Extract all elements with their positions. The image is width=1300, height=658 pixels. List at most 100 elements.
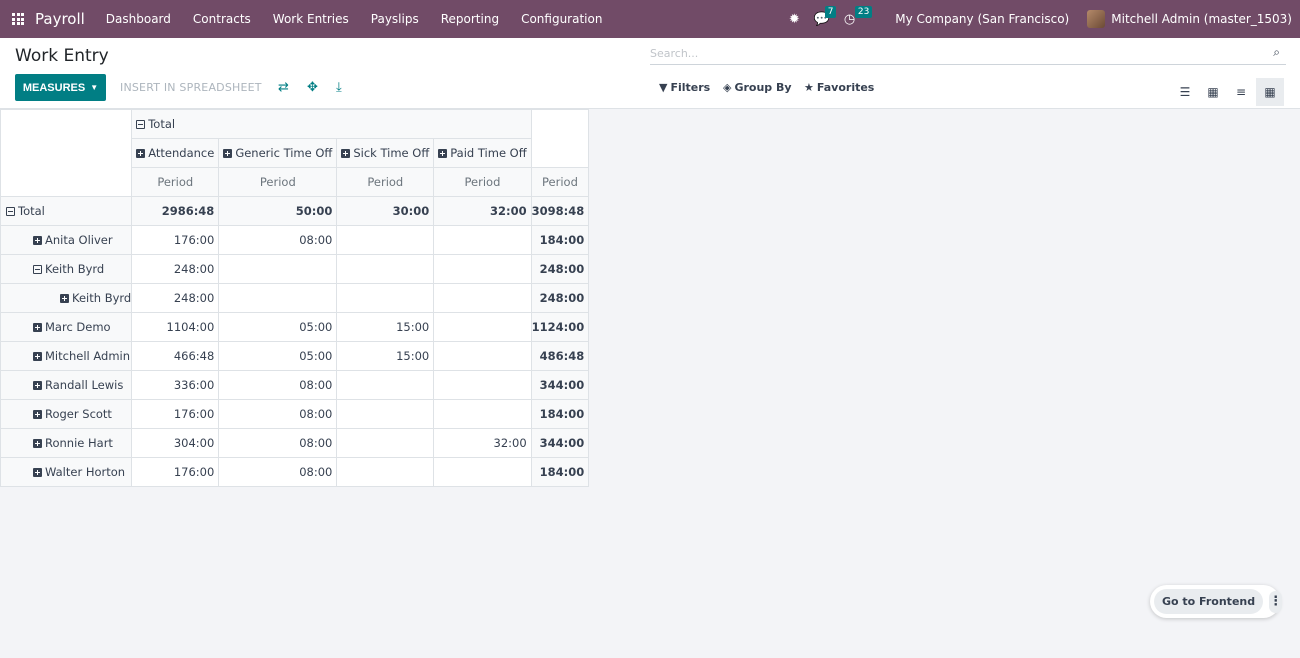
- measure-header[interactable]: Period: [131, 167, 220, 197]
- cell[interactable]: 1104:00: [131, 312, 220, 342]
- cell[interactable]: [336, 399, 435, 429]
- activities-clock-icon[interactable]: ◷ 23: [844, 5, 873, 27]
- row-header-total[interactable]: Total: [0, 196, 133, 226]
- cell[interactable]: [433, 254, 532, 284]
- insert-in-spreadsheet-button[interactable]: INSERT IN SPREADSHEET: [120, 81, 262, 94]
- favorites-button[interactable]: ★ Favorites: [804, 81, 874, 94]
- cell[interactable]: [336, 457, 435, 487]
- cell[interactable]: [433, 457, 532, 487]
- go-to-frontend-button[interactable]: Go to Frontend: [1154, 589, 1264, 614]
- cell-total[interactable]: 248:00: [530, 254, 590, 284]
- cell[interactable]: [336, 283, 435, 313]
- cell[interactable]: [433, 312, 532, 342]
- cell[interactable]: 2986:48: [131, 196, 220, 226]
- measure-header[interactable]: Period: [218, 167, 338, 197]
- cell[interactable]: 08:00: [218, 370, 338, 400]
- view-calendar-icon[interactable]: ▦: [1199, 78, 1227, 106]
- cell[interactable]: 05:00: [218, 341, 338, 371]
- cell[interactable]: [433, 399, 532, 429]
- row-header[interactable]: Keith Byrd: [0, 254, 133, 284]
- cell[interactable]: [433, 225, 532, 255]
- menu-contracts[interactable]: Contracts: [182, 12, 262, 26]
- view-list-icon[interactable]: ≡: [1227, 78, 1255, 106]
- cell[interactable]: 248:00: [131, 283, 220, 313]
- group-by-button[interactable]: ◈ Group By: [723, 81, 792, 94]
- cell-total[interactable]: 184:00: [530, 225, 590, 255]
- cell[interactable]: 248:00: [131, 254, 220, 284]
- cell-total[interactable]: 3098:48: [530, 196, 590, 226]
- cell-total[interactable]: 1124:00: [530, 312, 590, 342]
- cell[interactable]: 15:00: [336, 341, 435, 371]
- cell[interactable]: [336, 225, 435, 255]
- cell-total[interactable]: 248:00: [530, 283, 590, 313]
- view-gantt-icon[interactable]: ☰: [1171, 78, 1199, 106]
- col-header-generic-time-off[interactable]: Generic Time Off: [218, 138, 338, 168]
- cell[interactable]: [336, 428, 435, 458]
- row-header[interactable]: Walter Horton: [0, 457, 133, 487]
- expand-all-icon[interactable]: ✥: [307, 80, 318, 95]
- cell[interactable]: 32:00: [433, 428, 532, 458]
- cell[interactable]: 08:00: [218, 457, 338, 487]
- menu-work-entries[interactable]: Work Entries: [262, 12, 360, 26]
- view-pivot-icon[interactable]: ▦: [1256, 78, 1284, 106]
- app-brand[interactable]: Payroll: [35, 10, 85, 28]
- row-header[interactable]: Keith Byrd: [0, 283, 133, 313]
- cell[interactable]: 08:00: [218, 399, 338, 429]
- cell[interactable]: [433, 370, 532, 400]
- flip-axis-icon[interactable]: ⇄: [278, 80, 289, 95]
- cell[interactable]: 08:00: [218, 225, 338, 255]
- cell-total[interactable]: 344:00: [530, 370, 590, 400]
- cell[interactable]: 50:00: [218, 196, 338, 226]
- cell[interactable]: [433, 283, 532, 313]
- row-header[interactable]: Marc Demo: [0, 312, 133, 342]
- cell[interactable]: 176:00: [131, 399, 220, 429]
- menu-payslips[interactable]: Payslips: [360, 12, 430, 26]
- measure-header[interactable]: Period: [530, 167, 590, 197]
- row-header[interactable]: Randall Lewis: [0, 370, 133, 400]
- cell[interactable]: 15:00: [336, 312, 435, 342]
- cell[interactable]: [218, 254, 338, 284]
- cell-total[interactable]: 184:00: [530, 457, 590, 487]
- download-icon[interactable]: ⤓: [336, 80, 342, 95]
- kebab-menu-icon[interactable]: ⋮: [1269, 590, 1283, 613]
- cell-total[interactable]: 184:00: [530, 399, 590, 429]
- row-header[interactable]: Anita Oliver: [0, 225, 133, 255]
- cell[interactable]: 08:00: [218, 428, 338, 458]
- row-header[interactable]: Roger Scott: [0, 399, 133, 429]
- measures-button[interactable]: MEASURES ▼: [15, 74, 106, 101]
- messages-icon[interactable]: 💬 7: [814, 5, 837, 27]
- company-switcher[interactable]: My Company (San Francisco): [895, 12, 1069, 26]
- cell[interactable]: 30:00: [336, 196, 435, 226]
- cell[interactable]: 304:00: [131, 428, 220, 458]
- menu-reporting[interactable]: Reporting: [430, 12, 510, 26]
- menu-configuration[interactable]: Configuration: [510, 12, 613, 26]
- cell-total[interactable]: 486:48: [530, 341, 590, 371]
- cell[interactable]: [218, 283, 338, 313]
- cell[interactable]: [336, 254, 435, 284]
- cell[interactable]: 32:00: [433, 196, 532, 226]
- apps-menu-icon[interactable]: [12, 13, 24, 25]
- user-avatar[interactable]: [1087, 10, 1106, 28]
- col-header-attendance[interactable]: Attendance: [131, 138, 220, 168]
- cell[interactable]: 05:00: [218, 312, 338, 342]
- measure-header[interactable]: Period: [336, 167, 435, 197]
- col-header-sick-time-off[interactable]: Sick Time Off: [336, 138, 435, 168]
- cell[interactable]: 466:48: [131, 341, 220, 371]
- row-header[interactable]: Ronnie Hart: [0, 428, 133, 458]
- cell-total[interactable]: 344:00: [530, 428, 590, 458]
- cell[interactable]: 176:00: [131, 457, 220, 487]
- filters-button[interactable]: ▼ Filters: [659, 81, 710, 94]
- cell[interactable]: 336:00: [131, 370, 220, 400]
- measure-header[interactable]: Period: [433, 167, 532, 197]
- search-input[interactable]: [650, 43, 1250, 63]
- menu-dashboard[interactable]: Dashboard: [95, 12, 182, 26]
- cell[interactable]: [336, 370, 435, 400]
- cell[interactable]: [433, 341, 532, 371]
- user-menu[interactable]: Mitchell Admin (master_1503): [1111, 12, 1292, 26]
- row-header[interactable]: Mitchell Admin: [0, 341, 133, 371]
- col-header-total[interactable]: Total: [131, 109, 532, 139]
- cell[interactable]: 176:00: [131, 225, 220, 255]
- col-header-paid-time-off[interactable]: Paid Time Off: [433, 138, 532, 168]
- search-icon[interactable]: ⌕: [1273, 45, 1280, 60]
- debug-bug-icon[interactable]: ✹: [789, 12, 800, 27]
